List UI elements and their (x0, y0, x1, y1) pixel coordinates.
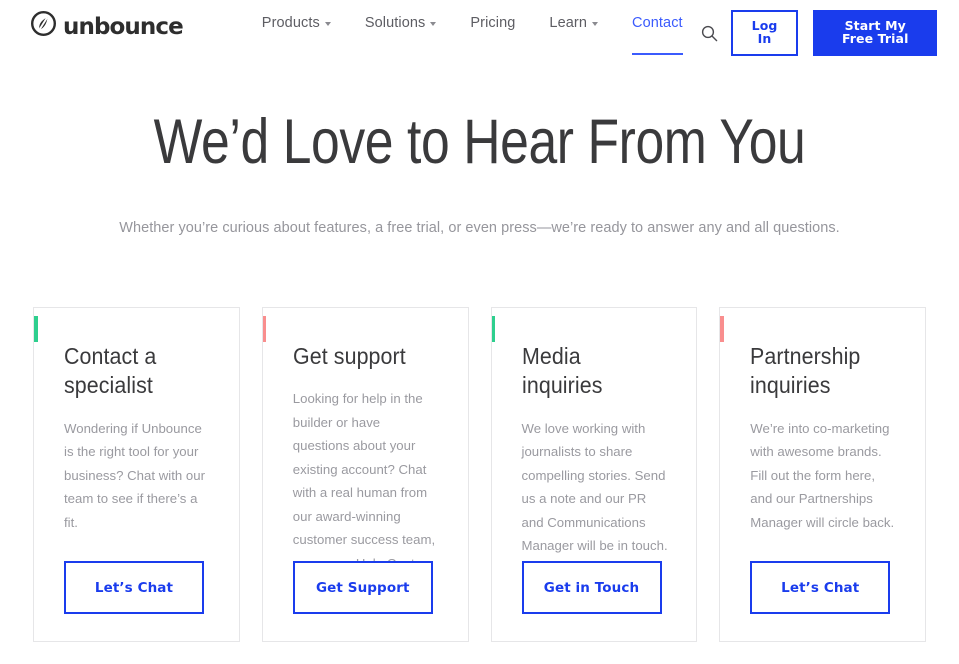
contact-options-grid: Contact a specialist Wondering if Unboun… (33, 307, 926, 642)
contact-card-partnership: Partnership inquiries We’re into co-mark… (719, 307, 926, 642)
unbounce-circle-leaf-icon (30, 10, 57, 41)
brand-name: unbounce (63, 13, 184, 40)
card-accent-bar (34, 316, 38, 342)
lets-chat-button[interactable]: Let’s Chat (750, 561, 891, 614)
brand-logo[interactable]: unbounce (30, 10, 184, 41)
top-navigation-bar: unbounce Products Solutions Pricing Lear… (0, 0, 959, 58)
nav-links: Products Solutions Pricing Learn Contact (245, 9, 700, 55)
contact-card-media: Media inquiries We love working with jou… (490, 307, 698, 642)
contact-card-support: Get support Looking for help in the buil… (261, 307, 469, 642)
hero-section: We’d Love to Hear From You Whether you’r… (0, 108, 959, 236)
card-body: We’re into co-marketing with awesome bra… (750, 420, 895, 530)
card-accent-bar (491, 316, 495, 342)
contact-page: unbounce Products Solutions Pricing Lear… (0, 0, 959, 664)
card-accent-bar (720, 316, 724, 342)
nav-item-contact[interactable]: Contact (615, 9, 700, 55)
nav-item-label: Contact (632, 15, 683, 31)
chevron-down-icon (430, 22, 437, 26)
card-body: We love working with journalists to shar… (521, 420, 668, 554)
start-free-trial-button[interactable]: Start My Free Trial (813, 10, 937, 56)
nav-actions: Log In Start My Free Trial (700, 10, 937, 56)
chevron-down-icon (324, 22, 331, 26)
card-title: Partnership inquiries (750, 343, 861, 399)
card-title: Media inquiries (521, 343, 603, 399)
nav-item-solutions[interactable]: Solutions (348, 9, 454, 37)
card-title: Get support (292, 343, 406, 369)
nav-item-learn[interactable]: Learn (532, 9, 615, 37)
card-body: Looking for help in the builder or have … (292, 391, 436, 571)
lets-chat-button[interactable]: Let’s Chat (64, 561, 204, 614)
card-title: Contact a specialist (64, 343, 157, 399)
search-icon[interactable] (700, 19, 719, 47)
get-in-touch-button[interactable]: Get in Touch (521, 561, 662, 614)
get-support-button[interactable]: Get Support (292, 561, 433, 614)
page-subtitle: Whether you’re curious about features, a… (119, 220, 840, 237)
nav-item-label: Pricing (470, 15, 516, 31)
card-body: Wondering if Unbounce is the right tool … (64, 420, 205, 530)
nav-item-label: Products (261, 15, 320, 31)
card-accent-bar (262, 316, 267, 342)
nav-item-label: Solutions (364, 15, 426, 31)
login-button[interactable]: Log In (730, 10, 799, 56)
contact-card-specialist: Contact a specialist Wondering if Unboun… (33, 307, 240, 642)
chevron-down-icon (592, 22, 599, 26)
active-tab-underline (632, 52, 683, 55)
nav-item-products[interactable]: Products (245, 9, 348, 37)
page-title: We’d Love to Hear From You (153, 107, 806, 177)
nav-item-label: Learn (549, 15, 588, 31)
nav-item-pricing[interactable]: Pricing (453, 9, 532, 37)
